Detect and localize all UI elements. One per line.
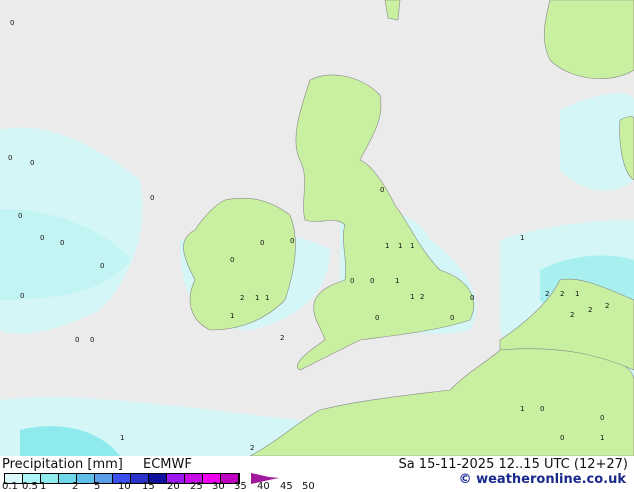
scale-tick-label: 2 [72,481,79,492]
map-value-label: 2 [560,290,564,298]
map-value-label: 0 [370,277,374,285]
map-value-label: 0 [30,159,34,167]
map-value-label: 0 [290,237,294,245]
scale-tick-label: 30 [212,481,225,492]
scale-tick-label: 40 [257,481,270,492]
map-title: Precipitation [mm] [2,457,123,472]
map-value-label: 1 [265,294,269,302]
map-value-label: 2 [588,306,592,314]
map-value-label: 1 [120,434,124,442]
map-value-label: 0 [230,256,234,264]
scale-tick-label: 50 [302,481,315,492]
map-value-label: 2 [570,311,574,319]
precipitation-map: 00000000000 001 1 1122 20 0 11 22211 10 0012 21 000… [0,0,634,456]
credit-link[interactable]: © weatheronline.co.uk [459,472,626,487]
map-value-label: 1 [410,242,414,250]
scale-tick-label: 45 [280,481,293,492]
map-value-label: 0 [450,314,454,322]
valid-datetime: Sa 15-11-2025 12..15 UTC (12+27) [398,457,628,472]
scale-tick-label: 5 [94,481,101,492]
map-value-label: 0 [470,294,474,302]
map-value-label: 0 [90,336,94,344]
map-value-label: 0 [540,405,544,413]
scale-tick-label: 1 [40,481,47,492]
model-name: ECMWF [143,457,192,472]
map-value-label: 1 [395,277,399,285]
scale-tick-label: 25 [190,481,203,492]
map-value-label: 0 [75,336,79,344]
map-value-label: 0 [18,212,22,220]
map-value-label: 0 [10,19,14,27]
scale-swatch [77,474,95,483]
map-value-label: 0 [600,414,604,422]
map-value-label: 0 [375,314,379,322]
map-value-label: 0 [8,154,12,162]
map-value-label: 2 [605,302,609,310]
scale-tick-label: 20 [167,481,180,492]
scale-tick-label: 0.1 [2,481,18,492]
map-value-label: 1 [398,242,402,250]
map-value-label: 1 [255,294,259,302]
map-value-label: 0 [350,277,354,285]
map-value-label: 0 [260,239,264,247]
map-value-label: 0 [100,262,104,270]
map-value-label: 2 [240,294,244,302]
scale-tick-label: 15 [142,481,155,492]
scale-tick-label: 35 [234,481,247,492]
map-value-label: 1 [410,293,414,301]
map-value-label: 0 [20,292,24,300]
scale-tick-label: 10 [118,481,131,492]
map-value-label: 0 [380,186,384,194]
scale-tick-label: 0.5 [22,481,38,492]
map-value-label: 1 [385,242,389,250]
map-value-label: 2 [420,293,424,301]
map-value-label: 1 [520,234,524,242]
map-value-label: 1 [600,434,604,442]
map-value-label: 2 [280,334,284,342]
map-value-label: 1 [520,405,524,413]
legend-bar: Precipitation [mm] ECMWF Sa 15-11-2025 1… [0,456,634,492]
map-value-label: 1 [230,312,234,320]
map-value-label: 0 [40,234,44,242]
map-value-label: 0 [560,434,564,442]
map-value-label: 2 [545,290,549,298]
map-value-label: 1 [575,290,579,298]
map-value-label: 0 [150,194,154,202]
map-value-label: 2 [250,444,254,452]
map-value-label: 0 [60,239,64,247]
